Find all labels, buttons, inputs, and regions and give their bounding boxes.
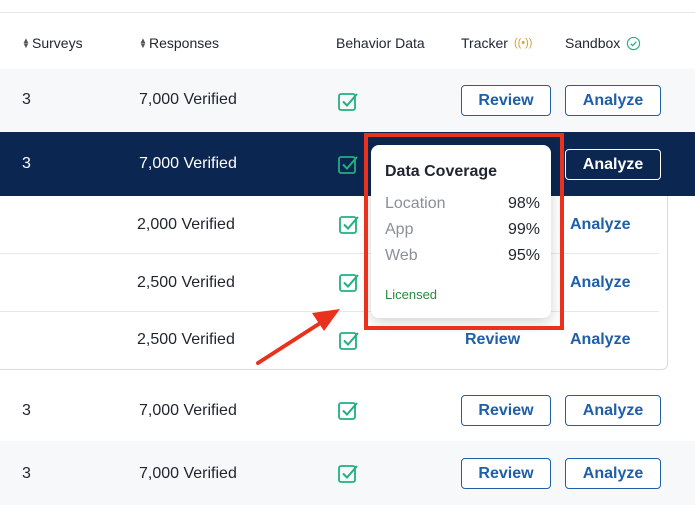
header-behavior-label: Behavior Data [336, 35, 425, 51]
table-row-selected[interactable]: 3 7,000 Verified Analyze [0, 132, 695, 196]
coverage-row-location: Location 98% [385, 195, 540, 213]
coverage-value: 98% [507, 195, 540, 212]
review-button[interactable]: Review [461, 395, 551, 426]
responses-count: 2,000 Verified [137, 216, 235, 233]
responses-count: 2,500 Verified [137, 331, 235, 348]
surveys-count: 3 [22, 402, 31, 419]
sort-icon[interactable]: ▲ ▼ [22, 37, 30, 50]
sort-icon[interactable]: ▲ ▼ [139, 37, 147, 50]
review-button[interactable]: Review [461, 458, 551, 489]
coverage-label: Web [385, 247, 418, 264]
analyze-button[interactable]: Analyze [565, 395, 661, 426]
checkbox-checked-icon [338, 156, 358, 174]
surveys-count: 3 [22, 465, 31, 482]
sub-row[interactable]: 2,500 Verified Analyze [0, 254, 659, 312]
responses-count: 7,000 Verified [139, 465, 237, 482]
table-row[interactable]: 3 7,000 Verified Review Analyze [0, 378, 695, 441]
coverage-label: App [385, 221, 414, 238]
review-link[interactable]: Review [465, 331, 520, 349]
checkbox-checked-icon [338, 93, 358, 111]
responses-count: 7,000 Verified [139, 155, 237, 172]
review-button[interactable]: Review [461, 85, 551, 116]
check-circle-icon [627, 36, 641, 50]
header-responses-label: Responses [149, 35, 220, 51]
coverage-label: Location [385, 195, 446, 212]
responses-count: 7,000 Verified [139, 91, 237, 108]
checkbox-checked-icon [339, 216, 359, 234]
responses-count: 2,500 Verified [137, 274, 235, 291]
data-coverage-tooltip: Data Coverage Location 98% App 99% Web 9… [371, 145, 551, 318]
checkbox-checked-icon [338, 465, 358, 483]
checkbox-checked-icon [339, 274, 359, 292]
header-responses[interactable]: ▲ ▼ Responses [139, 35, 219, 51]
header-sandbox-label: Sandbox [565, 35, 621, 51]
header-tracker: Tracker ((•)) [461, 35, 532, 51]
coverage-row-app: App 99% [385, 221, 540, 239]
analyze-button[interactable]: Analyze [565, 149, 661, 180]
table-row[interactable]: 3 7,000 Verified Review Analyze [0, 69, 695, 132]
table-header: ▲ ▼ Surveys ▲ ▼ Responses Behavior Data Tr… [0, 12, 695, 69]
analyze-link[interactable]: Analyze [570, 331, 630, 349]
coverage-row-web: Web 95% [385, 247, 540, 265]
coverage-value: 95% [507, 247, 540, 264]
coverage-value: 99% [507, 221, 540, 238]
header-surveys[interactable]: ▲ ▼ Surveys [22, 35, 83, 51]
license-status: Licensed [385, 287, 438, 302]
header-sandbox: Sandbox [565, 35, 641, 51]
table-row[interactable]: 3 7,000 Verified Review Analyze [0, 441, 695, 505]
tooltip-title: Data Coverage [385, 163, 498, 180]
surveys-count: 3 [22, 155, 31, 172]
analyze-link[interactable]: Analyze [570, 274, 630, 292]
analyze-button[interactable]: Analyze [565, 85, 661, 116]
analyze-button[interactable]: Analyze [565, 458, 661, 489]
header-tracker-label: Tracker [461, 35, 508, 51]
survey-table-view: ▲ ▼ Surveys ▲ ▼ Responses Behavior Data Tr… [0, 0, 695, 511]
header-behavior-data: Behavior Data [336, 35, 425, 51]
analyze-link[interactable]: Analyze [570, 216, 630, 234]
sub-row[interactable]: 2,000 Verified Analyze [0, 196, 659, 254]
header-surveys-label: Surveys [32, 35, 83, 51]
sub-row[interactable]: 2,500 Verified Review Analyze [0, 312, 659, 370]
checkbox-checked-icon [338, 402, 358, 420]
expanded-sub-panel: 2,000 Verified Analyze 2,500 Verified An… [0, 196, 668, 370]
broadcast-icon: ((•)) [513, 37, 533, 49]
checkbox-checked-icon [339, 332, 359, 350]
responses-count: 7,000 Verified [139, 402, 237, 419]
surveys-count: 3 [22, 91, 31, 108]
